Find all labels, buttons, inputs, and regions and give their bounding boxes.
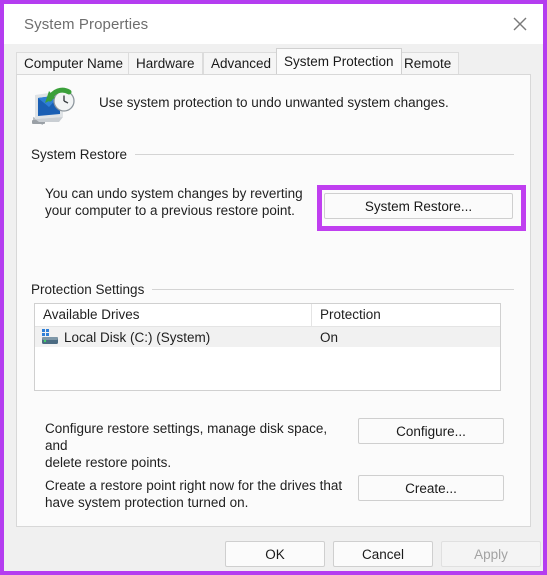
panel-description: Use system protection to undo unwanted s… (99, 95, 449, 110)
ok-button[interactable]: OK (225, 541, 325, 567)
group-rule (135, 154, 514, 155)
group-protection-settings: Protection Settings (31, 282, 514, 297)
tab-computer-name[interactable]: Computer Name (16, 52, 132, 74)
create-description: Create a restore point right now for the… (45, 477, 355, 511)
drive-name-label: Local Disk (C:) (System) (64, 329, 211, 345)
tab-strip: Computer Name Hardware Advanced System P… (4, 44, 543, 74)
tab-remote[interactable]: Remote (396, 52, 460, 74)
create-button[interactable]: Create... (358, 475, 504, 501)
configure-button[interactable]: Configure... (358, 418, 504, 444)
system-protection-icon (29, 87, 77, 129)
create-description-line2: have system protection turned on. (45, 495, 249, 510)
tab-advanced[interactable]: Advanced (203, 52, 280, 74)
group-system-restore: System Restore (31, 147, 514, 162)
close-icon[interactable] (497, 4, 543, 44)
available-drives-table: Available Drives Protection Local Disk (… (34, 303, 501, 391)
tab-system-protection[interactable]: System Protection (276, 48, 402, 74)
system-restore-description: You can undo system changes by reverting… (45, 185, 335, 219)
group-label-system-restore: System Restore (31, 147, 128, 162)
configure-description-line2: delete restore points. (45, 455, 172, 470)
group-label-protection-settings: Protection Settings (31, 282, 145, 297)
drive-name-cell: Local Disk (C:) (System) (35, 329, 312, 345)
column-header-available-drives[interactable]: Available Drives (35, 304, 312, 326)
window-title: System Properties (24, 15, 149, 33)
configure-description: Configure restore settings, manage disk … (45, 420, 345, 471)
apply-button: Apply (441, 541, 541, 567)
configure-description-line1: Configure restore settings, manage disk … (45, 421, 328, 453)
system-restore-button[interactable]: System Restore... (324, 193, 513, 219)
panel-header: Use system protection to undo unwanted s… (29, 87, 449, 129)
create-description-line1: Create a restore point right now for the… (45, 478, 343, 493)
system-properties-dialog: System Properties Computer Name Hardware… (0, 0, 547, 575)
drive-protection-status: On (320, 329, 339, 345)
system-restore-description-line1: You can undo system changes by reverting (45, 186, 303, 201)
column-header-protection[interactable]: Protection (312, 304, 500, 326)
table-row[interactable]: Local Disk (C:) (System) On (35, 327, 500, 347)
hard-disk-icon (41, 329, 59, 345)
system-protection-panel: Use system protection to undo unwanted s… (16, 74, 531, 527)
cancel-button[interactable]: Cancel (333, 541, 433, 567)
table-header-row: Available Drives Protection (35, 304, 500, 327)
title-bar: System Properties (4, 4, 543, 44)
tab-hardware[interactable]: Hardware (128, 52, 203, 74)
group-rule (152, 289, 514, 290)
system-restore-description-line2: your computer to a previous restore poin… (45, 203, 295, 218)
